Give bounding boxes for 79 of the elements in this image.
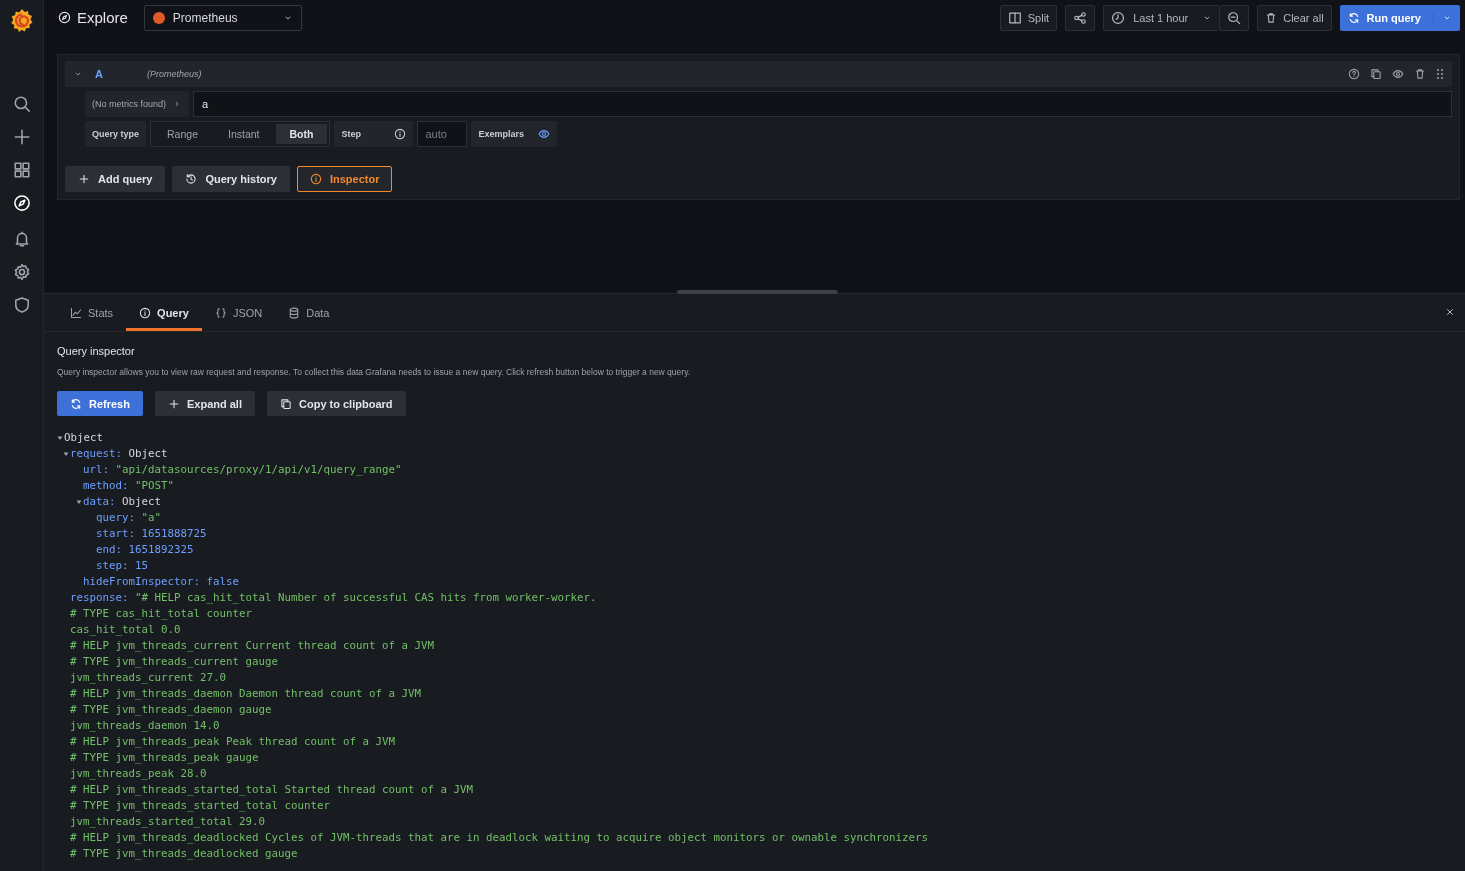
query-type-option[interactable]: Both [275, 124, 328, 144]
copy-icon [280, 397, 292, 410]
tree-entry: hideFromInspector: false [83, 574, 240, 590]
action-button[interactable]: Query history [172, 166, 290, 192]
step-field[interactable]: auto [417, 121, 468, 147]
inspector-tab[interactable]: JSON [201, 294, 276, 331]
eye-icon [1392, 68, 1404, 80]
caret-icon[interactable] [63, 451, 69, 457]
datasource-picker[interactable]: Prometheus [143, 4, 302, 31]
info-icon [139, 306, 152, 319]
tree-entry: url: "api/datasources/proxy/1/api/v1/query_range" [83, 462, 402, 478]
run-query-button[interactable]: Run query [1339, 4, 1460, 31]
trash-icon [1265, 11, 1278, 24]
refresh-button[interactable]: Refresh [57, 391, 143, 416]
info-icon [309, 173, 322, 185]
inspector-tab[interactable]: Query [126, 294, 202, 331]
plus-icon [12, 128, 31, 146]
query-type-option[interactable]: Range [153, 124, 212, 144]
search-icon [12, 95, 31, 113]
compass-icon [12, 194, 31, 212]
share-icon [1073, 10, 1088, 25]
resize-handle[interactable] [677, 290, 838, 294]
history-icon [185, 173, 198, 185]
page-title: Explore [77, 9, 128, 26]
eye-icon [537, 128, 550, 140]
query-type-label: Query type [85, 121, 147, 147]
response-text: response: "# HELP cas_hit_total Number of successful CAS hits from worker-worker. # TYPE cas_hit_total counter cas_hit_total 0.0 # HELP jvm_threads_current Current thread count of a JVM # TYPE jvm_threads_current gauge jvm_threads_current 27.0 # HELP jvm_threads_daemon Daemon thread count of a JVM # TYPE jvm_threads_daemon gauge jvm_threads_daemon 14.0 # HELP jvm_threads_peak Peak thread count of a JVM # TYPE jvm_threads_peak gauge jvm_threads_peak 28.0 # HELP jvm_threads_started_total Started thread count of a JVM # TYPE jvm_threads_started_total counter jvm_threads_started_total 29.0 # HELP jvm_threads_deadlocked Cycles of JVM-threads that are in deadlock waiting to acquire object monitors or ownable synchronizers # TYPE jvm_threads_deadlocked gauge [70, 590, 929, 862]
query-datasource: (Prometheus) [147, 69, 202, 79]
compass-icon [58, 11, 71, 24]
refresh-icon [1347, 11, 1360, 24]
query-field[interactable]: a [193, 91, 1452, 117]
action-button[interactable]: Add query [65, 166, 166, 192]
tree-entry: start: 1651888725 [96, 526, 207, 542]
zoom-out-icon [1227, 10, 1242, 25]
step-label: Step [341, 129, 361, 139]
settings-icon [12, 263, 31, 281]
copy-icon [1370, 68, 1382, 80]
help-icon [1348, 68, 1360, 80]
clear-all-button[interactable]: Clear all [1257, 4, 1332, 31]
split-icon [1007, 10, 1022, 25]
tree-entry: data: Object [83, 494, 162, 510]
tree-entry: step: 15 [96, 558, 149, 574]
section-description: Query inspector allows you to view raw request and response. To collect this data Grafana needs to issue a new query. Click refresh button below to trigger a new query. [57, 367, 692, 377]
logo-icon[interactable] [9, 8, 34, 34]
clock-icon [1111, 10, 1126, 25]
close-icon [1445, 307, 1455, 317]
shield-icon [12, 296, 31, 314]
tree-entry: Object [64, 430, 103, 446]
inspector-tab[interactable]: Stats [57, 294, 127, 331]
chart-icon [70, 306, 82, 319]
database-icon [288, 306, 301, 319]
info-icon [394, 128, 407, 140]
zoom-out-button[interactable] [1219, 4, 1250, 31]
plus-icon [167, 397, 180, 410]
refresh-icon [70, 397, 82, 410]
time-range-picker[interactable]: Last 1 hour [1103, 4, 1220, 31]
share-button[interactable] [1065, 4, 1096, 31]
split-button[interactable]: Split [999, 4, 1058, 31]
query-ref[interactable]: A [95, 68, 135, 80]
tree-entry: request: Object [70, 446, 168, 462]
prometheus-icon [152, 11, 165, 24]
query-type-option[interactable]: Instant [214, 124, 274, 144]
trash-icon [1414, 68, 1426, 80]
action-button[interactable]: Inspector [296, 166, 393, 192]
braces-icon [214, 306, 227, 319]
expand-all-button[interactable]: Expand all [154, 391, 255, 416]
drag-handle-icon[interactable] [1436, 68, 1444, 80]
caret-icon[interactable] [57, 435, 63, 441]
tree-entry: query: "a" [96, 510, 162, 526]
tree-entry: end: 1651892325 [96, 542, 194, 558]
dashboards-icon [12, 161, 31, 179]
section-heading: Query inspector [57, 345, 136, 357]
metrics-browser-button[interactable]: (No metrics found) [85, 91, 190, 117]
inspector-tab[interactable]: Data [275, 294, 343, 331]
caret-icon[interactable] [76, 499, 82, 505]
tree-entry: method: "POST" [83, 478, 175, 494]
plus-icon [78, 173, 90, 185]
exemplars-label: Exemplars [478, 129, 524, 139]
copy-button[interactable]: Copy to clipboard [267, 391, 406, 416]
